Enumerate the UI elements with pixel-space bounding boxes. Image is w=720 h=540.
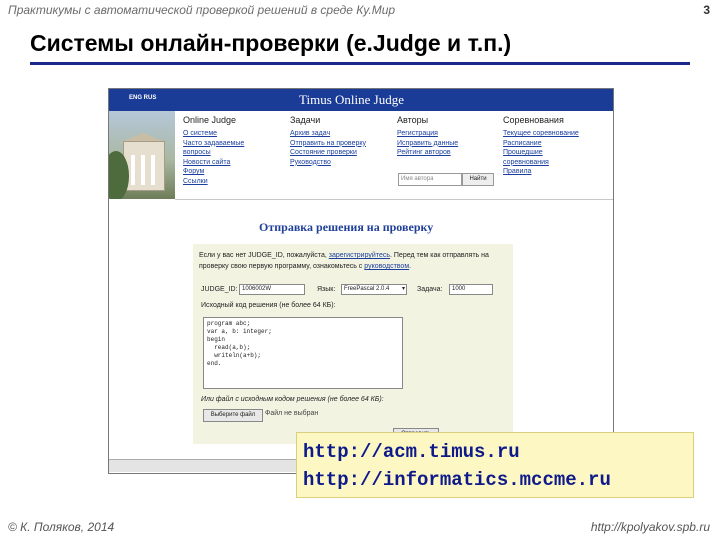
menu-link[interactable]: О системе	[183, 129, 291, 139]
title-underline	[30, 62, 690, 65]
url-link-informatics[interactable]: http://informatics.mccme.ru	[303, 469, 611, 491]
course-header: Практикумы с автоматической проверкой ре…	[8, 3, 396, 17]
author-search-input[interactable]: Имя автора	[398, 173, 462, 186]
menu-contests: Соревнования Текущее соревнование Распис…	[503, 115, 611, 177]
code-line: begin	[207, 336, 226, 343]
slide-title: Системы онлайн-проверки (e.Judge и т.п.)	[30, 30, 512, 56]
site-logo-image	[109, 111, 175, 199]
submit-heading: Отправка решения на проверку	[259, 220, 434, 234]
column	[131, 155, 135, 185]
file-status: Файл не выбран	[265, 410, 319, 417]
site-header-bar: ENG RUS Timus Online Judge	[109, 89, 613, 111]
menu-heading: Авторы	[397, 115, 429, 125]
menu-link[interactable]: соревнования	[503, 158, 611, 168]
language-label: Язык:	[317, 286, 336, 293]
site-title[interactable]: Timus Online Judge	[299, 92, 404, 108]
problem-label: Задача:	[417, 286, 443, 293]
code-line: var a, b: integer;	[207, 328, 272, 335]
menu-link[interactable]: Рейтинг авторов	[397, 148, 505, 158]
column	[151, 155, 155, 185]
menu-link[interactable]: Форум	[183, 167, 291, 177]
url-link-timus[interactable]: http://acm.timus.ru	[303, 441, 520, 463]
menu-online-judge: Online Judge О системе Часто задаваемые …	[183, 115, 291, 186]
column	[141, 155, 145, 185]
code-line: read(a,b);	[207, 344, 251, 351]
menu-link[interactable]: Отправить на проверку	[290, 139, 398, 149]
timus-screenshot: ENG RUS Timus Online Judge Online Judge …	[108, 88, 614, 474]
language-switch[interactable]: ENG RUS	[129, 95, 156, 101]
menu-link[interactable]: Состояние проверки	[290, 148, 398, 158]
header-separator	[175, 199, 613, 200]
url-callout: http://acm.timus.ru http://informatics.m…	[296, 432, 694, 498]
slide-number: 3	[703, 3, 710, 17]
menu-link[interactable]: Правила	[503, 167, 611, 177]
judge-id-label: JUDGE_ID:	[201, 286, 238, 293]
code-line: writeln(a+b);	[207, 352, 262, 359]
intro-text: Если у вас нет JUDGE_ID, пожалуйста,	[199, 252, 327, 259]
menu-link[interactable]: Исправить данные	[397, 139, 505, 149]
menu-link[interactable]: Расписание	[503, 139, 611, 149]
menu-authors: Авторы Регистрация Исправить данные Рейт…	[397, 115, 505, 158]
submit-form: Если у вас нет JUDGE_ID, пожалуйста, зар…	[193, 244, 513, 444]
submit-intro: Если у вас нет JUDGE_ID, пожалуйста, зар…	[199, 250, 505, 272]
file-label: Или файл с исходным кодом решения (не бо…	[201, 396, 384, 403]
author-search-button[interactable]: Найти	[462, 173, 494, 186]
register-link[interactable]: зарегистрируйтесь	[329, 252, 390, 259]
menu-link[interactable]: Текущее соревнование	[503, 129, 611, 139]
source-code-textarea[interactable]: program abc; var a, b: integer; begin re…	[203, 317, 403, 389]
code-line: program abc;	[207, 320, 251, 327]
menu-heading: Online Judge	[183, 115, 237, 125]
judge-id-input[interactable]: 1006002W	[239, 284, 305, 295]
menu-problems: Задачи Архив задач Отправить на проверку…	[290, 115, 398, 167]
menu-heading: Соревнования	[503, 115, 564, 125]
menu-link[interactable]: Часто задаваемые	[183, 139, 291, 149]
source-label: Исходный код решения (не более 64 КБ):	[201, 302, 336, 309]
footer-site: http://kpolyakov.spb.ru	[590, 520, 710, 534]
choose-file-button[interactable]: Выберите файл	[203, 409, 263, 422]
menu-link[interactable]: Архив задач	[290, 129, 398, 139]
menu-link[interactable]: Новости сайта	[183, 158, 291, 168]
menu-heading: Задачи	[290, 115, 321, 125]
code-line: end.	[207, 360, 222, 367]
menu-link[interactable]: Прошедшие	[503, 148, 611, 158]
language-select[interactable]: FreePascal 2.0.4	[341, 284, 407, 295]
menu-link[interactable]: Ссылки	[183, 177, 291, 187]
manual-link[interactable]: руководством	[364, 263, 409, 270]
menu-link[interactable]: Регистрация	[397, 129, 505, 139]
footer-author: © К. Поляков, 2014	[8, 520, 115, 534]
problem-input[interactable]: 1000	[449, 284, 493, 295]
menu-link[interactable]: вопросы	[183, 148, 291, 158]
menu-link[interactable]: Руководство	[290, 158, 398, 168]
intro-text: .	[409, 263, 412, 270]
